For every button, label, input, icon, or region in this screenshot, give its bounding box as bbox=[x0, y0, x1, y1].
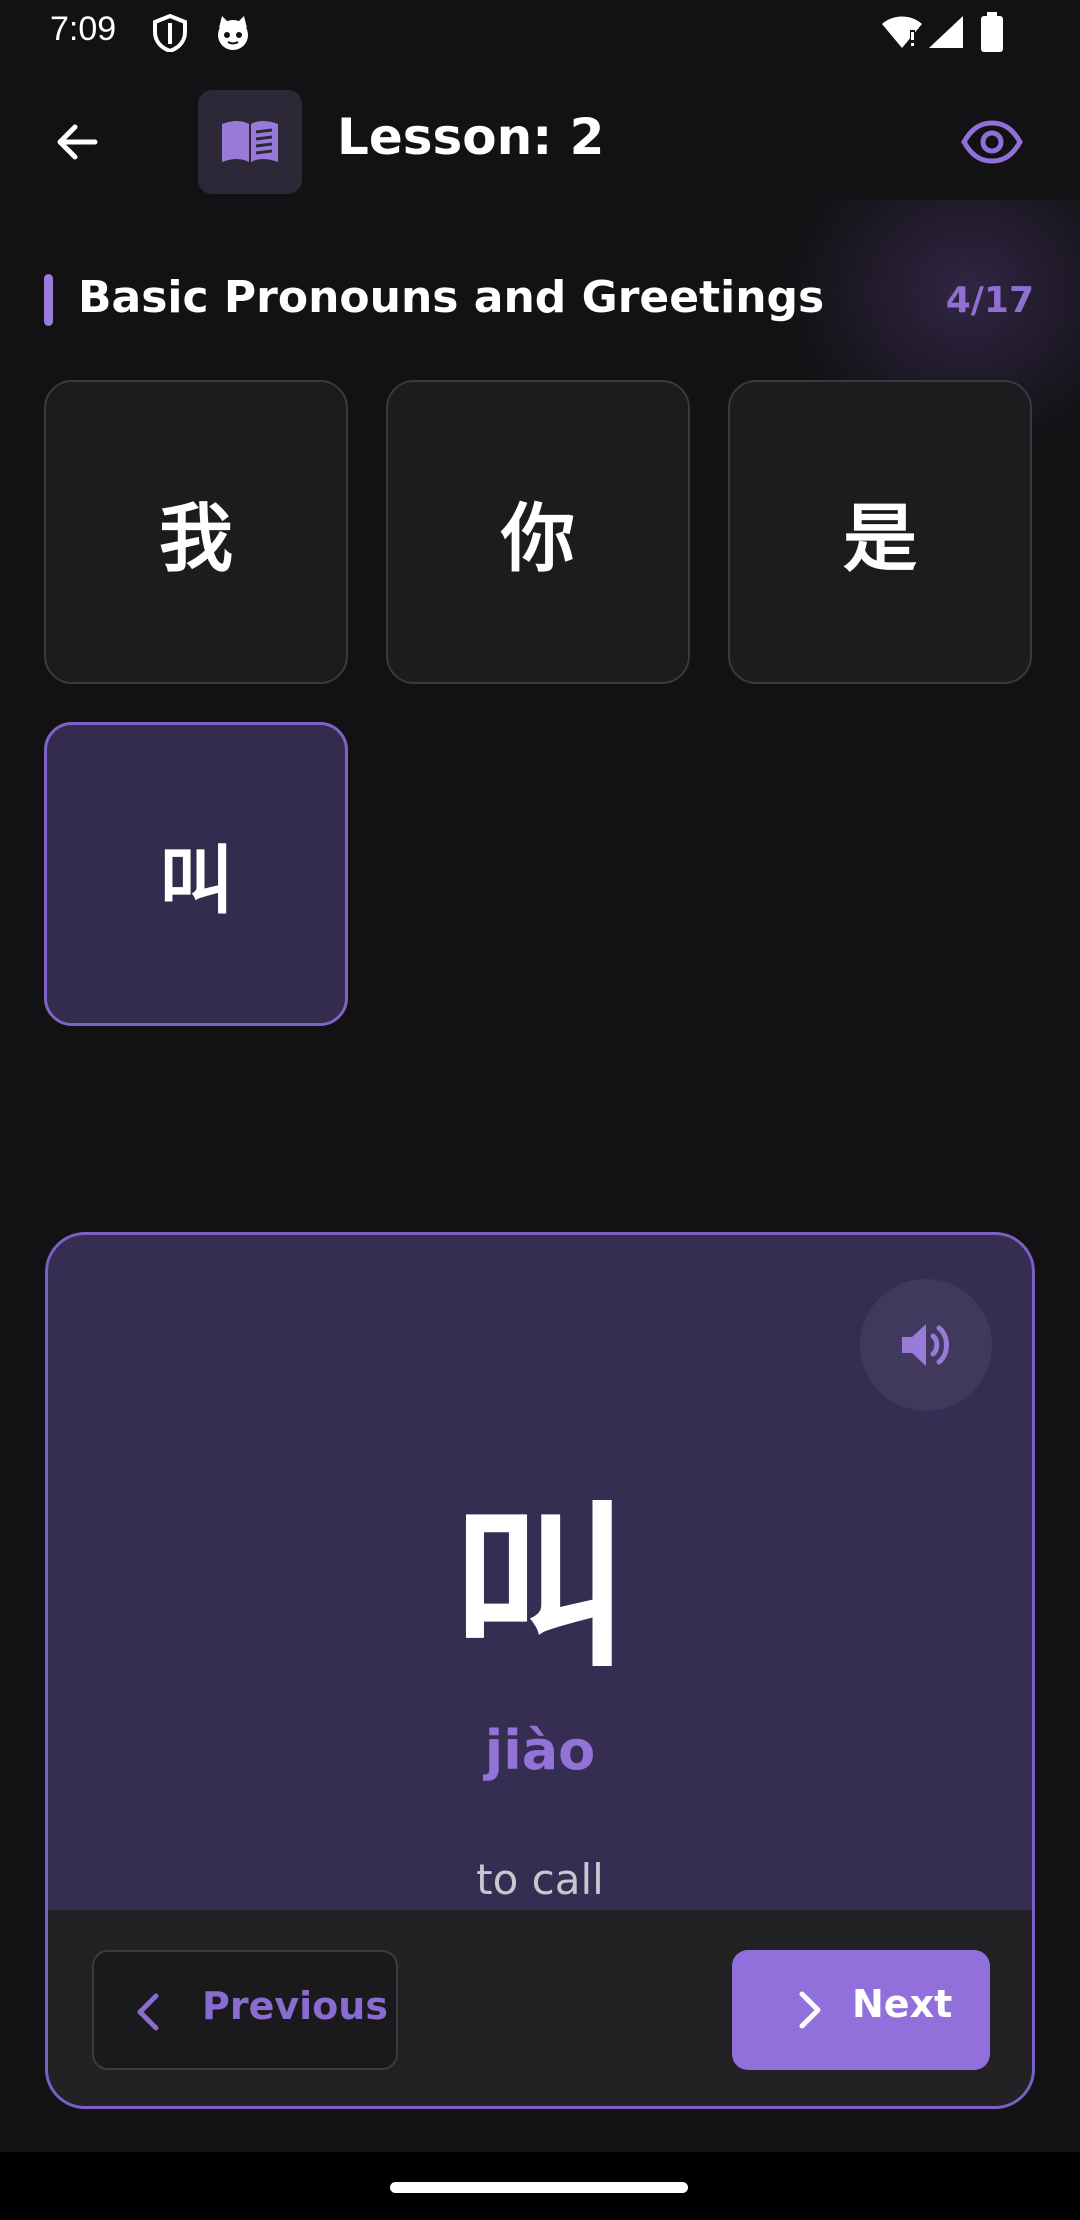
character-tile[interactable]: 我 bbox=[44, 380, 348, 684]
section-header: Basic Pronouns and Greetings 4/17 bbox=[44, 270, 1044, 328]
character-tile[interactable]: 你 bbox=[386, 380, 690, 684]
lesson-title: Lesson: 2 bbox=[337, 108, 605, 166]
arrow-back-icon bbox=[57, 124, 98, 160]
card-character: 叫 bbox=[451, 1486, 628, 1691]
app-screen: 7:09 Lesson: 2 Basic Pronouns and Greeti… bbox=[0, 0, 1080, 2152]
flash-card: 叫 jiào to call Previous Next bbox=[45, 1232, 1035, 2109]
cat-icon bbox=[218, 16, 248, 50]
speaker-icon bbox=[902, 1324, 949, 1366]
card-meaning: to call bbox=[476, 1855, 604, 1904]
battery-icon bbox=[981, 12, 1003, 52]
card-navigation: Previous Next bbox=[48, 1910, 1032, 2106]
progress-count: 4/17 bbox=[945, 280, 1034, 321]
signal-icon bbox=[929, 16, 963, 48]
toggle-visibility-button[interactable] bbox=[952, 105, 1032, 179]
eye-icon bbox=[961, 120, 1023, 164]
character-tile-label: 你 bbox=[501, 495, 575, 582]
section-title: Basic Pronouns and Greetings bbox=[78, 272, 825, 323]
wifi-icon bbox=[882, 16, 922, 48]
lesson-icon-box bbox=[198, 90, 302, 194]
shield-icon bbox=[153, 14, 187, 52]
character-tile-label: 是 bbox=[843, 495, 917, 582]
status-bar: 7:09 bbox=[0, 0, 1080, 66]
open-book-icon bbox=[222, 121, 278, 162]
next-button[interactable]: Next bbox=[732, 1950, 990, 2070]
next-label: Next bbox=[852, 1982, 953, 2026]
character-tile[interactable]: 是 bbox=[728, 380, 1032, 684]
status-time: 7:09 bbox=[50, 10, 117, 48]
app-bar: Lesson: 2 bbox=[0, 80, 1080, 210]
character-tile-selected[interactable]: 叫 bbox=[44, 722, 348, 1026]
gesture-navigation-bar[interactable] bbox=[390, 2182, 688, 2193]
back-button[interactable] bbox=[40, 105, 114, 179]
previous-label: Previous bbox=[202, 1984, 388, 2028]
chevron-right-icon bbox=[799, 1991, 821, 2029]
character-tile-label: 我 bbox=[159, 495, 233, 582]
play-audio-button[interactable] bbox=[860, 1279, 992, 1411]
card-pinyin: jiào bbox=[484, 1719, 596, 1782]
section-accent-bar bbox=[44, 274, 53, 326]
character-tile-label: 叫 bbox=[159, 837, 233, 924]
chevron-left-icon bbox=[137, 1993, 159, 2031]
previous-button[interactable]: Previous bbox=[92, 1950, 398, 2070]
